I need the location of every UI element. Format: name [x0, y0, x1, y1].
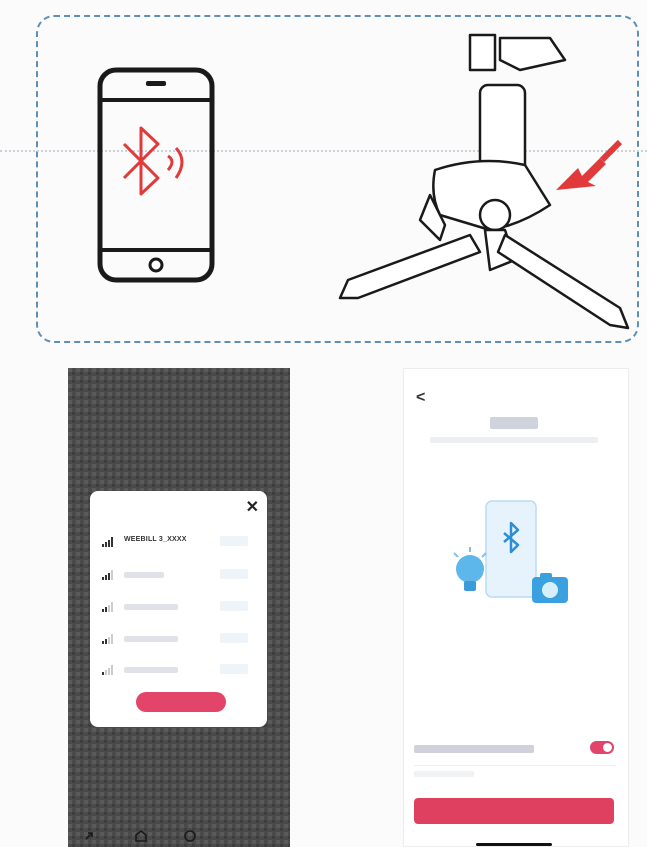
- red-arrow-icon: [556, 139, 623, 190]
- primary-action-button[interactable]: [414, 798, 614, 824]
- share-icon: [85, 832, 93, 840]
- connect-chip[interactable]: [220, 536, 248, 546]
- page-title-placeholder: [490, 417, 538, 429]
- close-icon[interactable]: ✕: [246, 497, 259, 517]
- bluetooth-pairing-illustration: [453, 500, 568, 603]
- device-row-3[interactable]: [102, 601, 258, 613]
- signal-icon: [102, 602, 113, 612]
- toggle-label-placeholder: [414, 745, 534, 753]
- device-row-2[interactable]: [102, 569, 258, 581]
- power-icon: [184, 830, 196, 842]
- signal-icon: [102, 537, 113, 547]
- device-row-1[interactable]: WEEBILL 3_XXXX: [102, 536, 258, 548]
- connect-chip[interactable]: [220, 569, 248, 579]
- smartphone-bluetooth-icon: [97, 67, 215, 283]
- device-name: WEEBILL 3_XXXX: [124, 536, 187, 543]
- connect-chip[interactable]: [220, 601, 248, 611]
- page-subtitle-placeholder: [430, 437, 598, 443]
- connect-chip[interactable]: [220, 664, 248, 674]
- divider: [414, 765, 616, 766]
- gimbal-tripod-illustration: [338, 33, 630, 330]
- device-name-placeholder: [124, 604, 178, 610]
- hint-text-placeholder: [414, 771, 474, 777]
- bottom-nav: [85, 829, 196, 842]
- signal-icon: [102, 634, 113, 644]
- device-name-placeholder: [124, 572, 164, 578]
- device-select-dialog: ✕ WEEBILL 3_XXXX: [90, 491, 267, 727]
- device-name-placeholder: [124, 667, 178, 673]
- signal-icon: [102, 570, 113, 580]
- lightbulb-icon: [453, 547, 487, 591]
- device-row-4[interactable]: [102, 633, 258, 645]
- device-row-5[interactable]: [102, 664, 258, 676]
- signal-icon: [102, 665, 113, 675]
- bluetooth-toggle[interactable]: [590, 741, 614, 754]
- device-name-placeholder: [124, 636, 178, 642]
- bluetooth-icon: [122, 126, 184, 196]
- pairing-screen: <: [403, 368, 629, 847]
- toggle-knob: [603, 743, 612, 752]
- confirm-button[interactable]: [136, 692, 226, 712]
- back-arrow-icon[interactable]: <: [416, 389, 425, 407]
- device-list-screen: ✕ WEEBILL 3_XXXX: [68, 368, 290, 847]
- home-indicator: [476, 843, 552, 846]
- home-icon: [135, 829, 147, 842]
- connect-chip[interactable]: [220, 633, 248, 643]
- camera-icon: [532, 573, 568, 603]
